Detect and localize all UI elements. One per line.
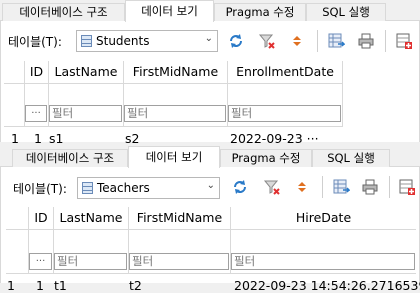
insert-record-icon[interactable] <box>395 32 413 50</box>
grid-line <box>6 229 416 230</box>
print-icon[interactable] <box>357 32 375 50</box>
column-header-lastname[interactable]: LastName <box>49 61 123 83</box>
tab-bar: 데이터베이스 구조 데이터 보기 Pragma 수정 SQL 실행 <box>0 0 420 22</box>
filter-input-hiredate[interactable]: 필터 <box>231 253 415 270</box>
grid-line <box>6 273 416 274</box>
data-grid[interactable]: ID LastName FirstMidName HireDate ··· 필터… <box>6 207 420 293</box>
save-table-icon[interactable] <box>327 32 346 50</box>
table-select[interactable]: Students ⌄ <box>76 30 218 52</box>
filter-input-firstmidname[interactable]: 필터 <box>129 253 229 270</box>
tab-database-structure[interactable]: 데이터베이스 구조 <box>12 149 128 167</box>
row-number[interactable]: 1 <box>7 278 15 293</box>
browse-toolbar: 테이블(T): Teachers ⌄ <box>1 167 419 207</box>
filter-input-enrollmentdate[interactable]: 필터 <box>228 105 341 122</box>
browse-panel-teachers: 데이터베이스 구조 데이터 보기 Pragma 수정 SQL 실행 테이블(T)… <box>0 146 420 293</box>
tab-edit-pragmas[interactable]: Pragma 수정 <box>214 3 306 21</box>
cell-enrollmentdate[interactable]: 2022-09-23 ··· <box>230 131 319 146</box>
refresh-icon[interactable] <box>231 178 249 196</box>
column-header-firstmidname[interactable]: FirstMidName <box>124 61 227 83</box>
table-label: 테이블(T): <box>13 182 67 196</box>
table-icon <box>81 35 92 47</box>
column-header-hiredate[interactable]: HireDate <box>231 207 416 229</box>
toolbar-separator <box>317 30 318 52</box>
toolbar-separator <box>322 176 323 198</box>
save-table-icon[interactable] <box>332 178 351 196</box>
filter-options-button[interactable]: ··· <box>29 253 52 270</box>
tab-edit-pragmas[interactable]: Pragma 수정 <box>220 149 312 167</box>
column-header-id[interactable]: ID <box>29 207 53 229</box>
tab-database-structure[interactable]: 데이터베이스 구조 <box>2 3 125 21</box>
filter-input-firstmidname[interactable]: 필터 <box>124 105 226 122</box>
print-icon[interactable] <box>361 178 379 196</box>
tab-execute-sql[interactable]: SQL 실행 <box>312 149 390 167</box>
grid-line <box>4 83 342 84</box>
browse-body: 테이블(T): Teachers ⌄ ID LastName FirstMidN… <box>0 167 420 293</box>
insert-record-icon[interactable] <box>398 178 416 196</box>
clear-filters-icon[interactable] <box>258 32 276 50</box>
column-header-id[interactable]: ID <box>25 61 48 83</box>
table-label: 테이블(T): <box>8 35 62 49</box>
filter-input-lastname[interactable]: 필터 <box>49 105 122 122</box>
cell-id[interactable]: 1 <box>34 131 42 146</box>
toolbar-separator <box>389 176 390 198</box>
tab-browse-data[interactable]: 데이터 보기 <box>125 0 214 22</box>
cell-lastname[interactable]: t1 <box>54 278 67 293</box>
browse-body: 테이블(T): Students ⌄ ID LastName FirstMidN… <box>0 21 420 146</box>
toolbar-separator <box>385 30 386 52</box>
browse-toolbar: 테이블(T): Students ⌄ <box>1 21 419 61</box>
tab-bar: 데이터베이스 구조 데이터 보기 Pragma 수정 SQL 실행 <box>0 146 420 168</box>
grid-line <box>342 61 343 127</box>
table-select-value: Students <box>96 34 150 48</box>
table-select-value: Teachers <box>97 181 150 195</box>
chevron-down-icon: ⌄ <box>204 33 213 44</box>
tab-execute-sql[interactable]: SQL 실행 <box>306 3 386 21</box>
column-header-enrollmentdate[interactable]: EnrollmentDate <box>228 61 342 83</box>
filter-input-lastname[interactable]: 필터 <box>54 253 127 270</box>
cell-firstmidname[interactable]: s2 <box>125 131 139 146</box>
cell-hiredate[interactable]: 2022-09-23 14:54:26.2716539 <box>234 278 420 293</box>
column-header-lastname[interactable]: LastName <box>54 207 128 229</box>
cell-id[interactable]: 1 <box>36 278 44 293</box>
browse-panel-students: 데이터베이스 구조 데이터 보기 Pragma 수정 SQL 실행 테이블(T)… <box>0 0 420 146</box>
filter-options-button[interactable]: ··· <box>25 105 47 122</box>
tab-browse-data[interactable]: 데이터 보기 <box>128 146 220 168</box>
column-header-firstmidname[interactable]: FirstMidName <box>129 207 230 229</box>
data-grid[interactable]: ID LastName FirstMidName EnrollmentDate … <box>4 61 416 146</box>
cell-firstmidname[interactable]: t2 <box>129 278 142 293</box>
refresh-icon[interactable] <box>227 32 245 50</box>
grid-line <box>4 126 342 127</box>
clear-filters-icon[interactable] <box>263 178 281 196</box>
sort-icon[interactable] <box>288 32 306 50</box>
chevron-down-icon: ⌄ <box>206 180 215 191</box>
table-icon <box>82 182 93 194</box>
sort-icon[interactable] <box>293 178 311 196</box>
row-number[interactable]: 1 <box>11 131 19 146</box>
cell-lastname[interactable]: s1 <box>49 131 63 146</box>
table-select[interactable]: Teachers ⌄ <box>77 177 220 199</box>
